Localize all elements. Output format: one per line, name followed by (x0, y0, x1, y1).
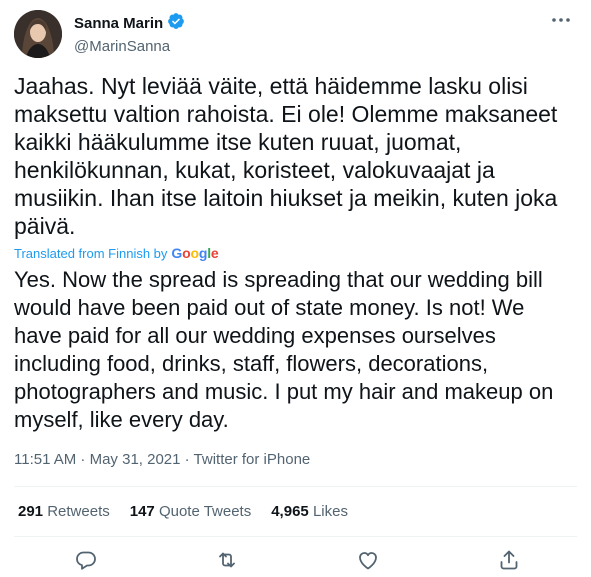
translated-label: Translated from Finnish by (14, 245, 168, 261)
retweet-icon (219, 552, 235, 568)
tweet-text: Jaahas. Nyt leviää väite, että häidemme … (14, 73, 558, 239)
reply-icon (76, 551, 96, 570)
quotes-count: 147 (129, 503, 155, 520)
quotes-label: Quote Tweets (158, 503, 252, 520)
tweet-actions (0, 548, 591, 572)
retweet-button[interactable] (215, 548, 239, 572)
tweet-timestamp[interactable]: 11:51 AM · May 31, 2021 · Twitter for iP… (14, 451, 310, 468)
likes-count: 4,965 (271, 503, 309, 520)
google-logo: Google (171, 245, 219, 261)
share-button[interactable] (497, 548, 521, 572)
likes-stat[interactable]: 4,965 Likes (271, 503, 348, 520)
translation-attribution[interactable]: Translated from Finnish by Google (14, 245, 219, 261)
divider (14, 536, 577, 537)
more-button[interactable] (547, 10, 575, 30)
quote-tweets-stat[interactable]: 147 Quote Tweets (130, 503, 251, 520)
like-icon (359, 552, 377, 570)
retweets-count: 291 (18, 503, 44, 520)
retweets-label: Retweets (47, 503, 110, 520)
display-name[interactable]: Sanna Marin (74, 15, 163, 32)
display-name-row: Sanna Marin (74, 12, 185, 35)
tweet-header: Sanna Marin @MarinSanna (14, 10, 577, 58)
handle[interactable]: @MarinSanna (74, 38, 185, 55)
more-icon (552, 18, 570, 22)
avatar[interactable] (14, 10, 62, 58)
retweets-stat[interactable]: 291 Retweets (18, 503, 110, 520)
reply-button[interactable] (74, 548, 98, 572)
author-names: Sanna Marin @MarinSanna (74, 12, 185, 55)
like-button[interactable] (356, 548, 380, 572)
likes-label: Likes (312, 503, 348, 520)
verified-badge-icon (167, 12, 185, 35)
share-icon (500, 550, 518, 570)
translated-text: Yes. Now the spread is spreading that ou… (14, 267, 554, 432)
divider (14, 486, 577, 487)
tweet-stats: 291 Retweets 147 Quote Tweets 4,965 Like… (18, 503, 348, 520)
